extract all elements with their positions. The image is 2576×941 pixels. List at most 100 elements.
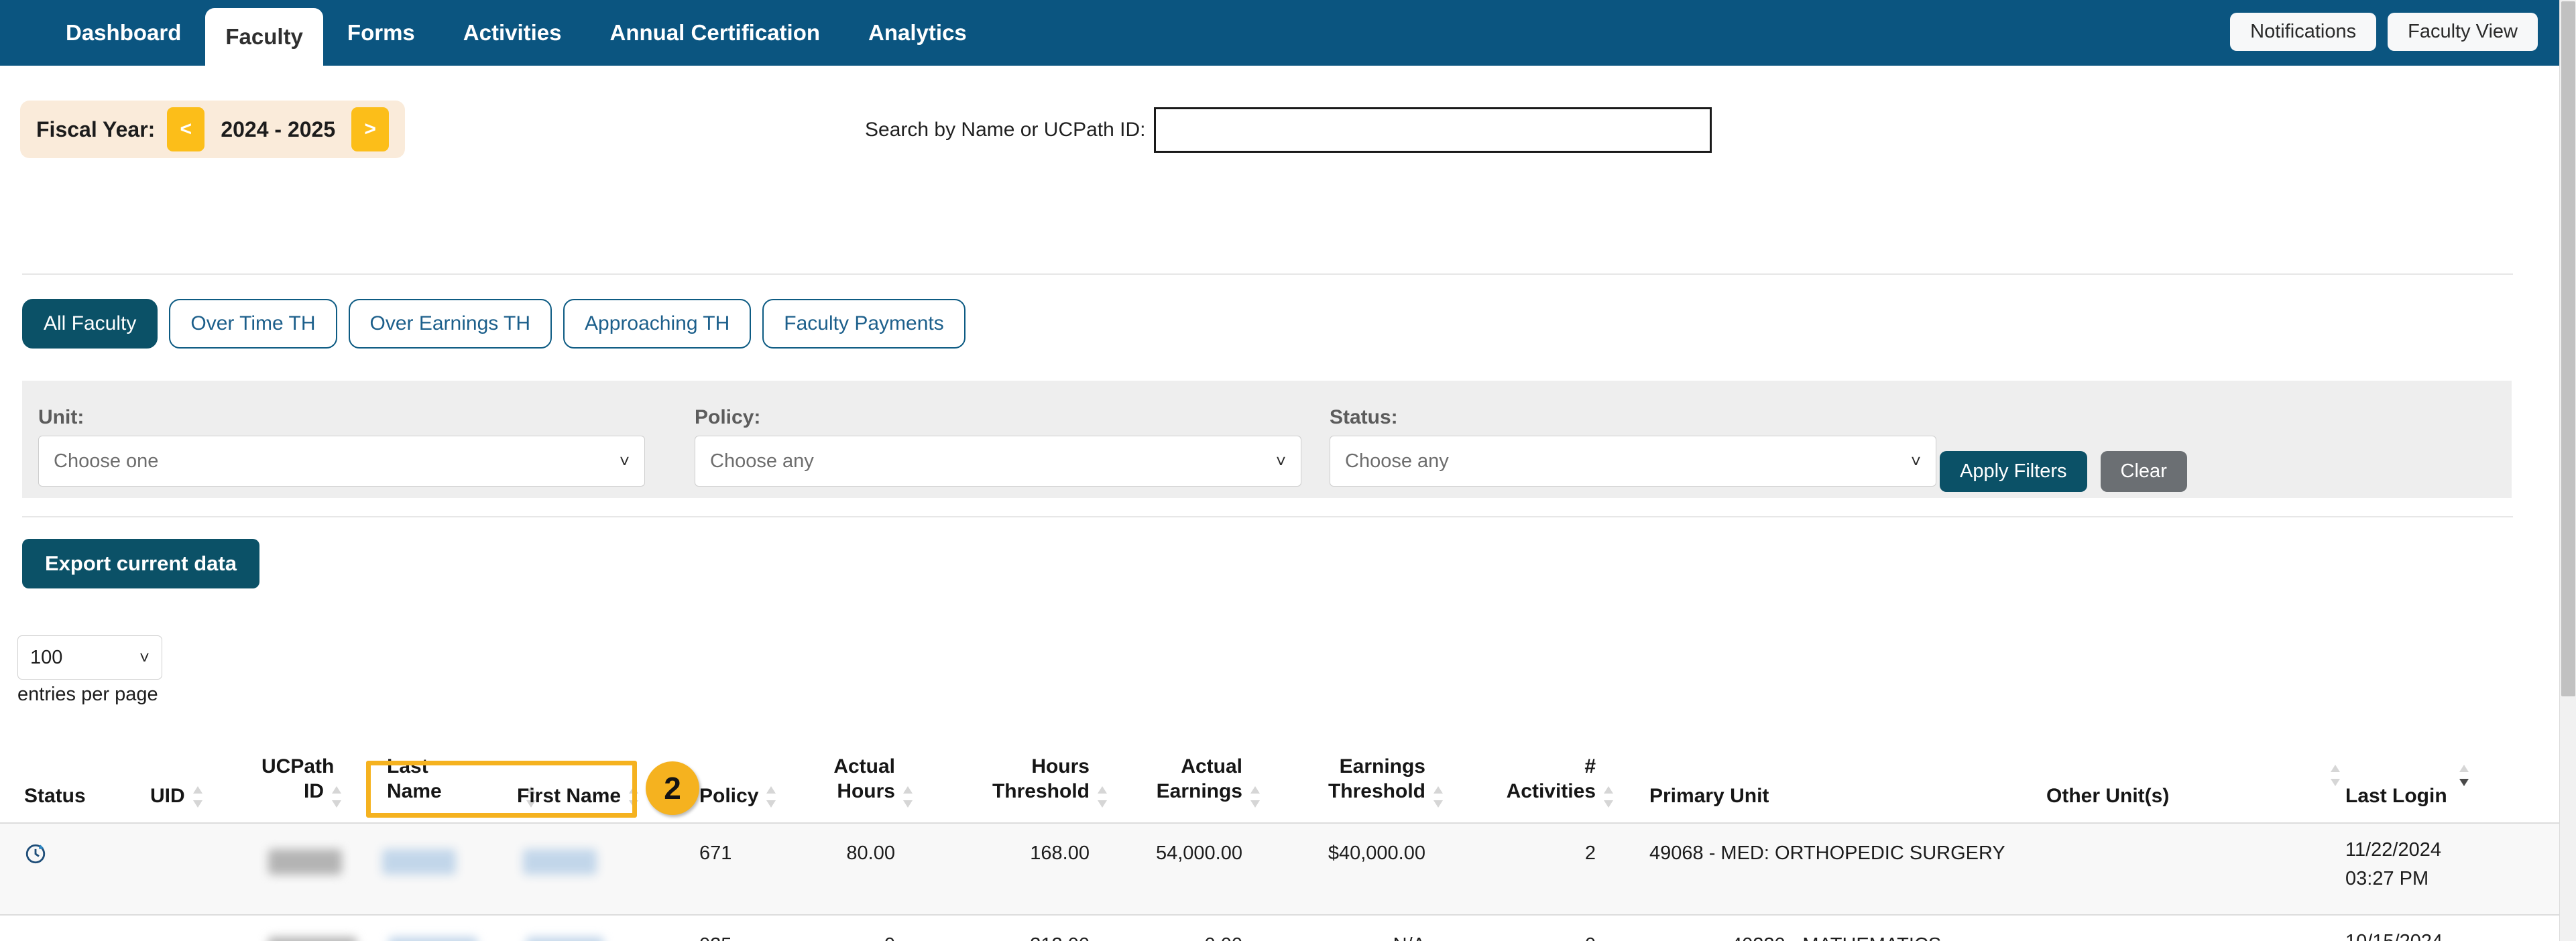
table-row[interactable]: 671 80.00 168.00 54,000.00 $40,000.00 2 … [0, 824, 2559, 916]
column-header-first-name[interactable]: First Name [517, 783, 621, 808]
export-current-data-button[interactable]: Export current data [22, 539, 259, 588]
tab-approaching-th[interactable]: Approaching TH [563, 299, 751, 349]
vertical-scrollbar-thumb[interactable] [2561, 1, 2575, 696]
policy-filter-value: Choose any [710, 450, 814, 473]
divider-mid [22, 516, 2513, 517]
entries-per-page-label: entries per page [17, 684, 158, 706]
cell-primary-unit: 49068 - MED: ORTHOPEDIC SURGERY [1649, 842, 2005, 865]
search-area: Search by Name or UCPath ID: [865, 107, 1712, 153]
cell-policy: 025 [699, 934, 731, 941]
status-filter-select[interactable]: Choose any ˅ [1330, 436, 1936, 487]
redacted-ucpath-id [268, 849, 342, 875]
nav-item-dashboard[interactable]: Dashboard [42, 0, 205, 66]
redacted-last-name [389, 937, 477, 941]
redacted-last-name [382, 849, 456, 875]
tab-all-faculty[interactable]: All Faculty [22, 299, 158, 349]
cell-hours-threshold: 312.00 [986, 934, 1090, 941]
annotation-step-badge: 2 [646, 761, 699, 815]
clear-filters-button[interactable]: Clear [2101, 451, 2187, 492]
column-header-primary-unit[interactable]: Primary Unit [1649, 783, 1769, 808]
column-header-last-name[interactable]: Last Name [387, 754, 442, 804]
unit-filter-group: Unit: Choose one ˅ [38, 406, 645, 487]
redacted-first-name [523, 849, 597, 875]
nav-item-annual-certification[interactable]: Annual Certification [586, 0, 845, 66]
sort-arrows-icon [903, 786, 913, 808]
column-header-uid[interactable]: UID [150, 783, 185, 808]
faculty-filter-tabs: All Faculty Over Time TH Over Earnings T… [22, 299, 965, 349]
entries-per-page-select[interactable]: 100 ˅ [17, 635, 162, 680]
tab-over-time-th[interactable]: Over Time TH [169, 299, 337, 349]
filter-bar: Unit: Choose one ˅ Policy: Choose any ˅ … [22, 381, 2512, 498]
chevron-down-icon: ˅ [139, 647, 150, 668]
column-header-num-activities[interactable]: # Activities [1505, 754, 1596, 804]
sort-arrows-icon [1604, 786, 1613, 808]
apply-filters-button[interactable]: Apply Filters [1940, 451, 2087, 492]
tab-over-earnings-th[interactable]: Over Earnings TH [349, 299, 552, 349]
cell-actual-hours: 0 [831, 934, 895, 941]
policy-filter-label: Policy: [695, 406, 1301, 429]
cell-num-activities: 0 [1505, 934, 1596, 941]
divider-top [22, 273, 2513, 275]
pending-clock-icon[interactable] [24, 842, 47, 869]
status-filter-value: Choose any [1345, 450, 1449, 473]
fiscal-year-label: Fiscal Year: [36, 117, 155, 142]
unit-filter-select[interactable]: Choose one ˅ [38, 436, 645, 487]
sort-arrows-icon [2331, 765, 2340, 786]
sort-arrows-icon [332, 786, 341, 808]
column-header-policy[interactable]: Policy [699, 783, 758, 808]
column-header-earnings-threshold[interactable]: Earnings Threshold [1321, 754, 1425, 804]
cell-last-login-time: 03:27 PM [2345, 868, 2428, 889]
redacted-first-name [526, 937, 603, 941]
unit-filter-label: Unit: [38, 406, 645, 429]
faculty-table: Status UID UCPath ID Last Name First Nam… [0, 733, 2559, 941]
nav-item-activities[interactable]: Activities [439, 0, 586, 66]
top-navbar: Dashboard Faculty Forms Activities Annua… [0, 0, 2559, 66]
fiscal-year-selector: Fiscal Year: < 2024 - 2025 > [20, 101, 405, 158]
policy-filter-select[interactable]: Choose any ˅ [695, 436, 1301, 487]
sort-arrows-icon [2459, 765, 2469, 786]
table-row[interactable]: 025 0 312.00 0.00 N/A 0 40220 - MATHEMAT… [0, 916, 2559, 941]
fiscal-year-next-button[interactable]: > [351, 107, 389, 151]
unit-filter-value: Choose one [54, 450, 158, 473]
sort-arrows-icon [1250, 786, 1260, 808]
chevron-down-icon: ˅ [1276, 451, 1286, 472]
cell-actual-earnings: 0.00 [1150, 934, 1242, 941]
column-header-status: Status [24, 783, 86, 808]
notifications-button[interactable]: Notifications [2230, 13, 2376, 51]
sort-arrows-icon [1098, 786, 1107, 808]
column-header-hours-threshold[interactable]: Hours Threshold [986, 754, 1090, 804]
cell-policy: 671 [699, 842, 731, 865]
nav-items: Dashboard Faculty Forms Activities Annua… [42, 0, 991, 66]
cell-last-login-date: 10/15/2024 [2345, 931, 2443, 941]
policy-filter-group: Policy: Choose any ˅ [695, 406, 1301, 487]
search-input[interactable] [1154, 107, 1712, 153]
column-header-actual-hours[interactable]: Actual Hours [831, 754, 895, 804]
column-header-other-units[interactable]: Other Unit(s) [2046, 783, 2169, 808]
nav-item-forms[interactable]: Forms [323, 0, 439, 66]
nav-actions: Notifications Faculty View [2230, 13, 2538, 51]
faculty-view-button[interactable]: Faculty View [2388, 13, 2538, 51]
cell-actual-hours: 80.00 [831, 842, 895, 865]
tab-faculty-payments[interactable]: Faculty Payments [762, 299, 965, 349]
nav-item-analytics[interactable]: Analytics [844, 0, 991, 66]
cell-primary-unit: 40220 - MATHEMATICS [1731, 934, 1941, 941]
cell-last-login: 11/22/2024 03:27 PM [2345, 836, 2441, 893]
column-header-last-login[interactable]: Last Login [2345, 783, 2447, 808]
fiscal-year-value: 2024 - 2025 [217, 117, 339, 142]
column-header-actual-earnings[interactable]: Actual Earnings [1150, 754, 1242, 804]
cell-last-login-date: 11/22/2024 [2345, 839, 2441, 861]
status-filter-group: Status: Choose any ˅ [1330, 406, 1936, 487]
filter-actions: Apply Filters Clear [1940, 451, 2187, 492]
chevron-down-icon: ˅ [620, 451, 630, 472]
nav-item-faculty[interactable]: Faculty [205, 8, 323, 66]
column-header-ucpath-id[interactable]: UCPath ID [261, 754, 324, 804]
sort-arrows-icon [766, 786, 776, 808]
sort-arrows-icon [629, 786, 638, 808]
redacted-ucpath-id [268, 937, 357, 941]
sort-arrows-icon [1433, 786, 1443, 808]
fiscal-year-prev-button[interactable]: < [167, 107, 204, 151]
sort-arrows-icon [193, 786, 202, 808]
chevron-down-icon: ˅ [1911, 451, 1921, 472]
table-header-row: Status UID UCPath ID Last Name First Nam… [0, 733, 2559, 824]
vertical-scrollbar-track[interactable] [2559, 0, 2576, 941]
